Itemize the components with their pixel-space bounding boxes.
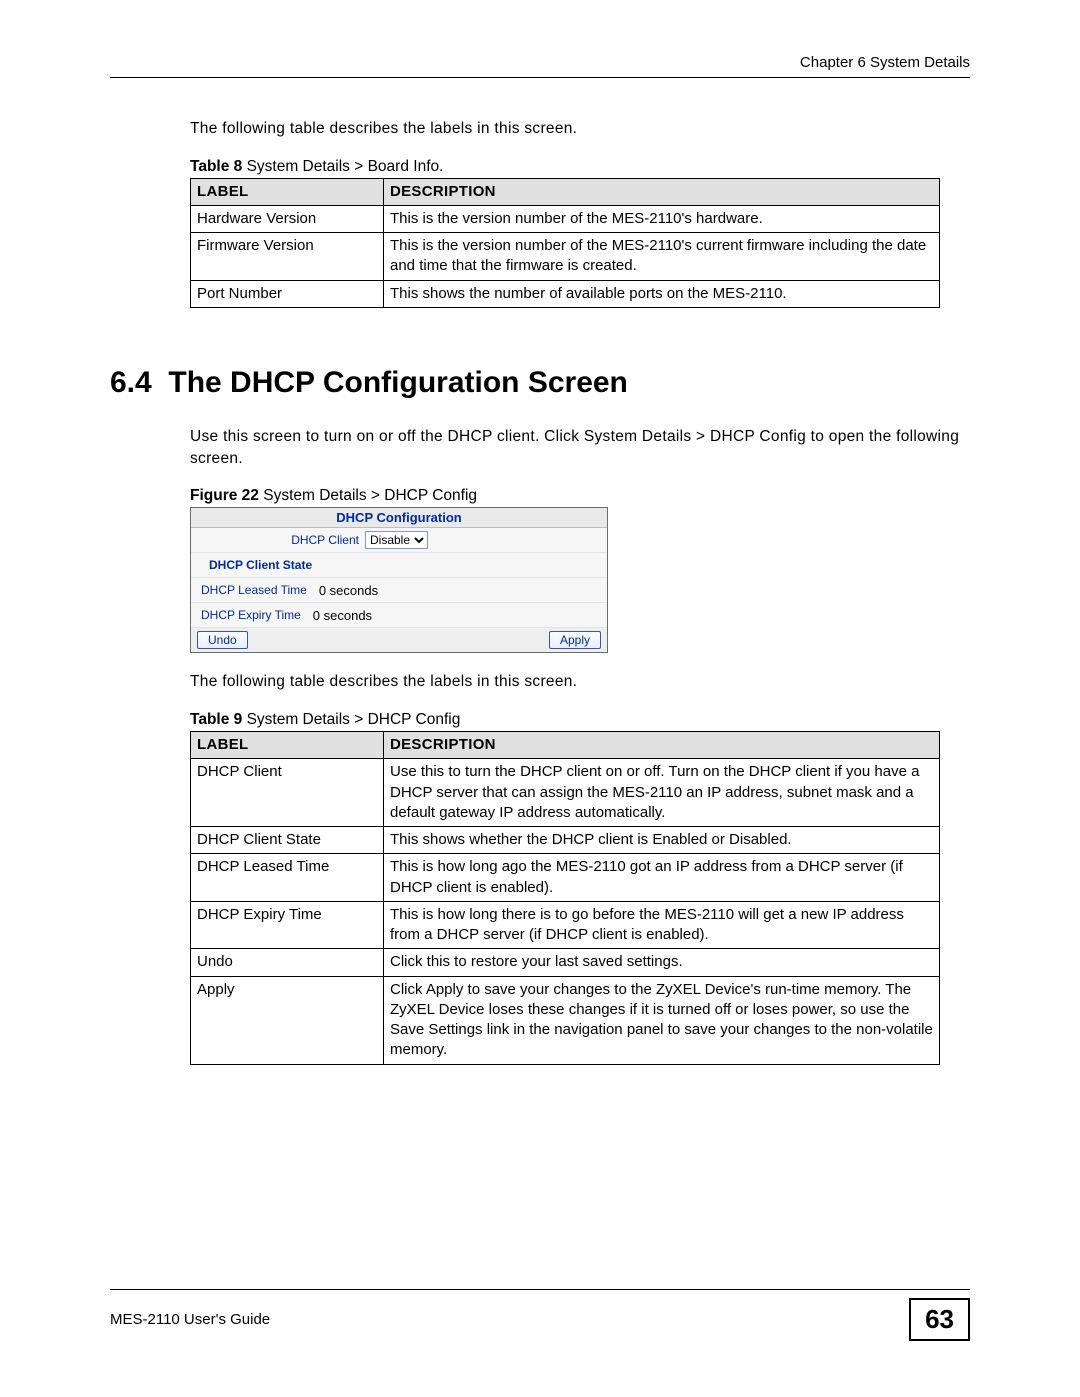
undo-button[interactable]: Undo (197, 631, 248, 649)
table9-r4-label: Undo (191, 949, 384, 976)
table8-head-desc: DESCRIPTION (384, 178, 940, 205)
table-row: Port Number This shows the number of ava… (191, 280, 940, 307)
table8-caption: Table 8 System Details > Board Info. (190, 158, 970, 176)
table9-r4-desc: Click this to restore your last saved se… (384, 949, 940, 976)
intro-paragraph-2: The following table describes the labels… (190, 671, 970, 693)
table9-r0-desc: Use this to turn the DHCP client on or o… (384, 759, 940, 827)
table9-r3-desc: This is how long there is to go before t… (384, 901, 940, 949)
table9-r3-label: DHCP Expiry Time (191, 901, 384, 949)
table8: LABEL DESCRIPTION Hardware Version This … (190, 178, 940, 308)
table-row: Firmware Version This is the version num… (191, 233, 940, 281)
table9: LABEL DESCRIPTION DHCP Client Use this t… (190, 731, 940, 1065)
table8-r2-desc: This shows the number of available ports… (384, 280, 940, 307)
table8-r1-label: Firmware Version (191, 233, 384, 281)
table8-r0-desc: This is the version number of the MES-21… (384, 205, 940, 232)
table-row: DHCP Expiry Time This is how long there … (191, 901, 940, 949)
dhcp-client-select[interactable]: Disable (365, 531, 428, 549)
page-footer: MES-2110 User's Guide 63 (110, 1289, 970, 1341)
table9-head-desc: DESCRIPTION (384, 732, 940, 759)
section-intro: Use this screen to turn on or off the DH… (190, 426, 970, 469)
page-number: 63 (909, 1298, 970, 1341)
table9-r1-label: DHCP Client State (191, 827, 384, 854)
table-row: DHCP Client Use this to turn the DHCP cl… (191, 759, 940, 827)
dhcp-client-row: DHCP Client Disable (191, 528, 607, 553)
dhcp-button-row: Undo Apply (191, 628, 607, 652)
dhcp-client-state-row: DHCP Client State (191, 553, 607, 578)
footer-guide-name: MES-2110 User's Guide (110, 1311, 270, 1328)
dhcp-expiry-label: DHCP Expiry Time (199, 608, 307, 622)
table9-r2-desc: This is how long ago the MES-2110 got an… (384, 854, 940, 902)
table9-caption: Table 9 System Details > DHCP Config (190, 711, 970, 729)
apply-button[interactable]: Apply (549, 631, 601, 649)
table-row: Apply Click Apply to save your changes t… (191, 976, 940, 1064)
table9-caption-num: Table 9 (190, 711, 242, 728)
dhcp-leased-row: DHCP Leased Time 0 seconds (191, 578, 607, 603)
header-rule (110, 77, 970, 78)
table8-caption-text: System Details > Board Info. (242, 158, 443, 175)
table-row: Undo Click this to restore your last sav… (191, 949, 940, 976)
table9-caption-text: System Details > DHCP Config (242, 711, 460, 728)
table8-r1-desc: This is the version number of the MES-21… (384, 233, 940, 281)
dhcp-expiry-value: 0 seconds (307, 608, 372, 623)
table-row: Hardware Version This is the version num… (191, 205, 940, 232)
intro-paragraph-1: The following table describes the labels… (190, 118, 970, 140)
table9-head-label: LABEL (191, 732, 384, 759)
section-heading: 6.4 The DHCP Configuration Screen (110, 366, 970, 400)
table8-header-row: LABEL DESCRIPTION (191, 178, 940, 205)
table9-r0-label: DHCP Client (191, 759, 384, 827)
section-number: 6.4 (110, 366, 152, 399)
dhcp-leased-value: 0 seconds (313, 583, 378, 598)
table9-r5-desc: Click Apply to save your changes to the … (384, 976, 940, 1064)
table-row: DHCP Leased Time This is how long ago th… (191, 854, 940, 902)
table9-r2-label: DHCP Leased Time (191, 854, 384, 902)
table9-r5-label: Apply (191, 976, 384, 1064)
dhcp-config-panel: DHCP Configuration DHCP Client Disable D… (190, 507, 608, 653)
table8-r0-label: Hardware Version (191, 205, 384, 232)
dhcp-client-label: DHCP Client (199, 533, 365, 547)
table-row: DHCP Client State This shows whether the… (191, 827, 940, 854)
table8-caption-num: Table 8 (190, 158, 242, 175)
table9-r1-desc: This shows whether the DHCP client is En… (384, 827, 940, 854)
figure22-caption: Figure 22 System Details > DHCP Config (190, 487, 970, 505)
section-title: The DHCP Configuration Screen (168, 366, 628, 399)
figure22-caption-text: System Details > DHCP Config (259, 487, 477, 504)
dhcp-panel-title: DHCP Configuration (191, 508, 607, 528)
footer-rule (110, 1289, 970, 1290)
table8-r2-label: Port Number (191, 280, 384, 307)
dhcp-expiry-row: DHCP Expiry Time 0 seconds (191, 603, 607, 628)
table8-head-label: LABEL (191, 178, 384, 205)
dhcp-leased-label: DHCP Leased Time (199, 583, 313, 597)
figure22-caption-num: Figure 22 (190, 487, 259, 504)
table9-header-row: LABEL DESCRIPTION (191, 732, 940, 759)
dhcp-client-state-label: DHCP Client State (199, 558, 318, 572)
chapter-header: Chapter 6 System Details (110, 54, 970, 71)
